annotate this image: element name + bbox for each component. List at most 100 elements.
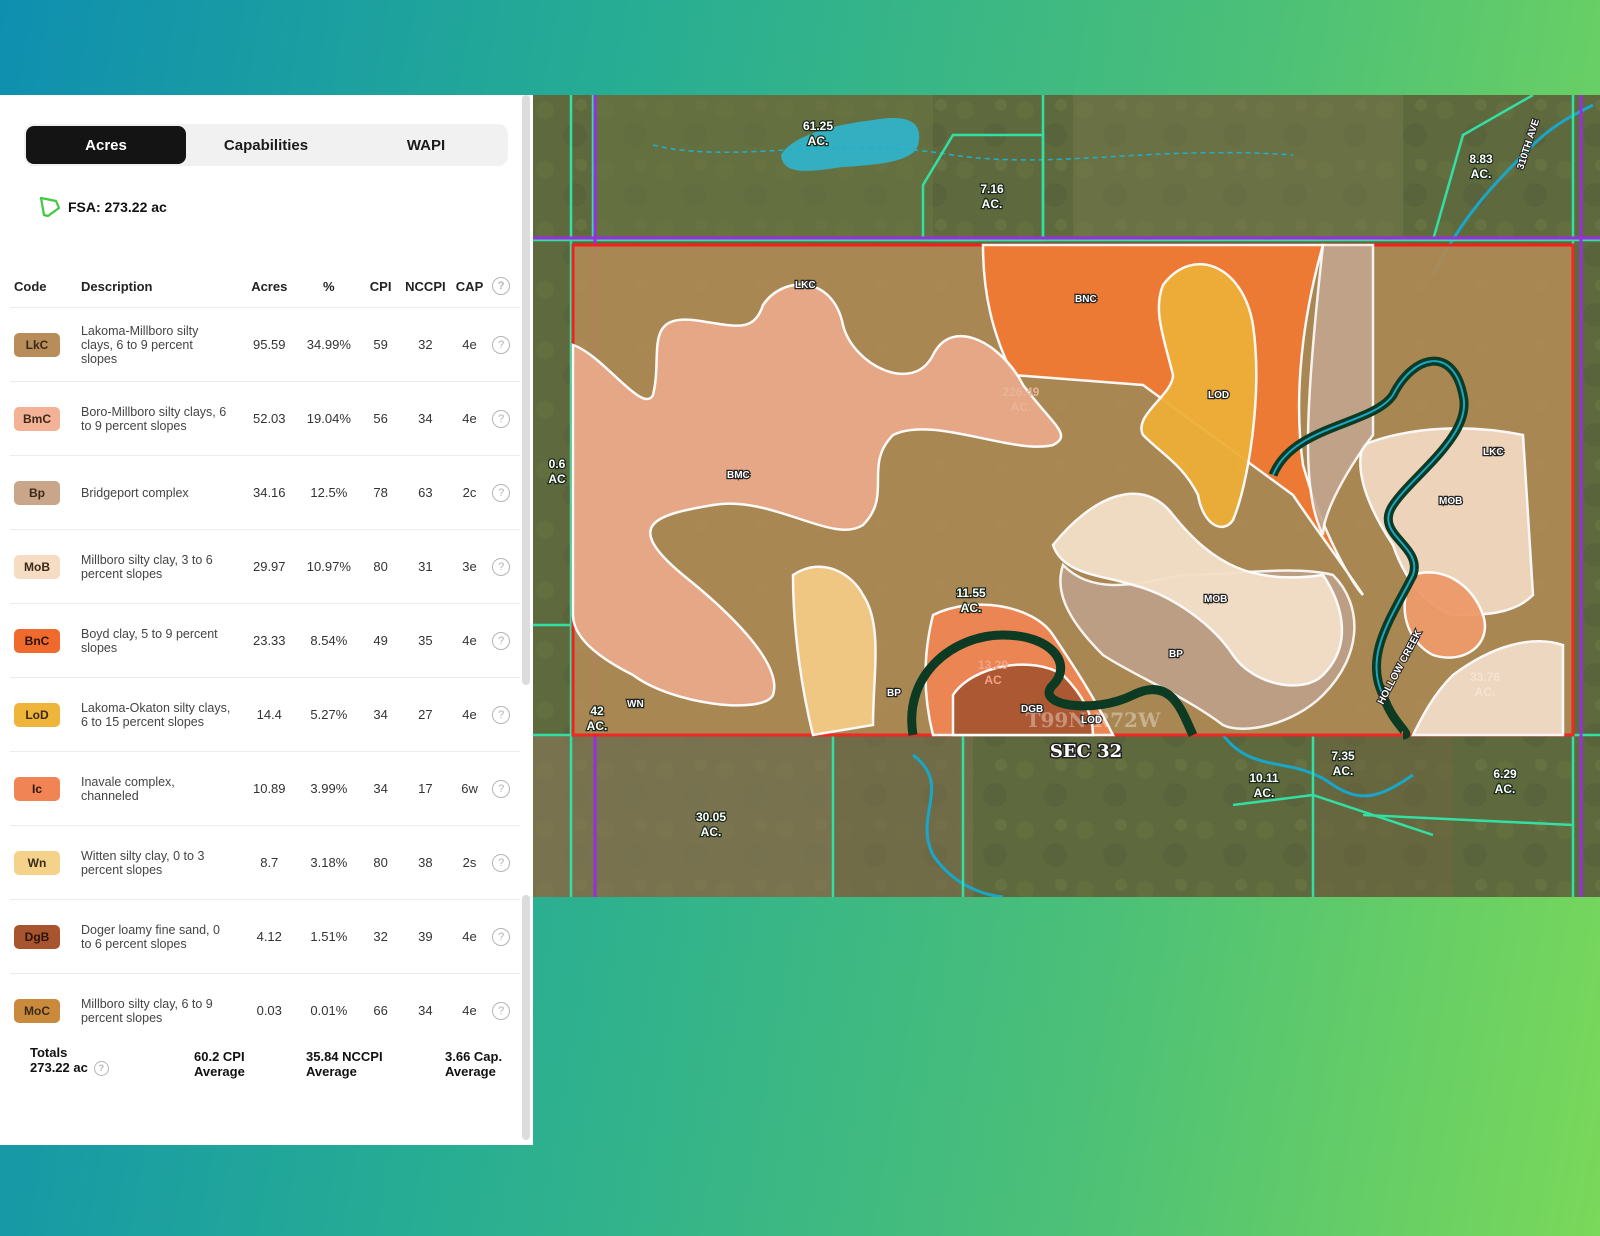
col-code: Code xyxy=(14,278,47,294)
table-row[interactable]: BnC Boyd clay, 5 to 9 percent slopes 23.33… xyxy=(10,603,520,678)
soil-percent: 3.18% xyxy=(296,825,362,900)
soil-nccpi: 32 xyxy=(399,307,451,382)
soil-percent: 3.99% xyxy=(296,751,362,826)
map-label-bmc[interactable]: BMC xyxy=(726,469,751,483)
map-label-mob-center[interactable]: MOB xyxy=(1203,593,1229,607)
soil-code-cell: LoD xyxy=(10,677,77,752)
soil-cap: 4e xyxy=(450,603,489,678)
cap-average: 3.66 Cap. Average xyxy=(445,1049,502,1079)
acre-label-unit: AC. xyxy=(587,719,608,733)
acre-label-unit: AC xyxy=(548,472,566,486)
map-label-lod[interactable]: LOD xyxy=(1207,389,1231,403)
col-acres: Acres xyxy=(251,278,288,294)
township-label: T99N R72W xyxy=(1026,708,1161,732)
scrollbar-thumb-lower[interactable] xyxy=(522,895,530,1140)
soil-code-badge: LkC xyxy=(14,332,60,357)
cpi-average-value: 60.2 CPI xyxy=(194,1049,245,1064)
help-icon[interactable]: ? xyxy=(492,631,511,650)
map-label-lkc-east[interactable]: LKC xyxy=(1482,446,1505,460)
soil-cap: 4e xyxy=(450,973,489,1047)
soil-code-cell: BmC xyxy=(10,381,77,456)
table-row[interactable]: DgB Doger loamy fine sand, 0 to 6 percent… xyxy=(10,899,520,974)
acre-label: 13.29 xyxy=(978,658,1008,672)
acre-label: 30.05 xyxy=(696,810,726,824)
table-row[interactable]: Wn Witten silty clay, 0 to 3 percent slop… xyxy=(10,825,520,900)
help-icon[interactable]: ? xyxy=(492,927,511,946)
map-label-bp[interactable]: BP xyxy=(1168,648,1185,662)
soil-description: Witten silty clay, 0 to 3 percent slopes xyxy=(80,848,205,877)
soil-cap: 2c xyxy=(450,455,489,530)
acre-label-unit: AC. xyxy=(1475,685,1496,699)
soil-description: Lakoma-Millboro silty clays, 6 to 9 perc… xyxy=(80,323,199,366)
cpi-average: 60.2 CPI Average xyxy=(194,1049,245,1079)
acre-label: 226.49 xyxy=(1003,385,1040,399)
soil-code-cell: MoC xyxy=(10,973,77,1047)
map-label-bp-west[interactable]: BP xyxy=(886,687,903,701)
tab-acres[interactable]: Acres xyxy=(26,126,186,164)
soil-cap: 4e xyxy=(450,381,489,456)
soil-code-badge: LoD xyxy=(14,702,60,727)
soil-code-badge: BnC xyxy=(14,628,60,653)
soil-description-cell: Bridgeport complex xyxy=(76,455,243,530)
table-row[interactable]: LkC Lakoma-Millboro silty clays, 6 to 9 p… xyxy=(10,307,520,382)
table-row[interactable]: MoB Millboro silty clay, 3 to 6 percent s… xyxy=(10,529,520,604)
table-row[interactable]: BmC Boro-Millboro silty clays, 6 to 9 per… xyxy=(10,381,520,456)
map-label-wn[interactable]: WN xyxy=(626,698,645,712)
tab-capabilities[interactable]: Capabilities xyxy=(186,126,346,164)
help-icon[interactable]: ? xyxy=(93,1061,109,1077)
soil-percent: 5.27% xyxy=(296,677,362,752)
soil-map[interactable]: LKC BNC LOD BMC LKC MOB MOB BP BP DGB LO… xyxy=(533,93,1600,899)
soil-description-cell: Boro-Millboro silty clays, 6 to 9 percen… xyxy=(76,381,243,456)
help-icon[interactable]: ? xyxy=(492,705,511,724)
help-icon[interactable]: ? xyxy=(492,335,511,354)
help-icon[interactable]: ? xyxy=(492,277,511,295)
fsa-summary: FSA: 273.22 ac xyxy=(38,195,167,219)
table-row[interactable]: Ic Inavale complex, channeled 10.89 3.99% 34… xyxy=(10,751,520,826)
acre-label-unit: AC. xyxy=(1333,764,1354,778)
soil-nccpi: 38 xyxy=(399,825,451,900)
soil-acres: 23.33 xyxy=(242,603,297,678)
panel-scrollbar[interactable] xyxy=(522,95,530,1140)
scrollbar-thumb[interactable] xyxy=(522,95,530,685)
soil-panel: Acres Capabilities WAPI FSA: 273.22 ac C… xyxy=(0,95,533,1145)
acre-label: 33.76 xyxy=(1470,670,1500,684)
soil-code-cell: Bp xyxy=(10,455,77,530)
soil-code-cell: Ic xyxy=(10,751,77,826)
soil-acres: 95.59 xyxy=(242,307,297,382)
map-canvas[interactable]: LKC BNC LOD BMC LKC MOB MOB BP BP DGB LO… xyxy=(533,93,1600,899)
map-label-mob[interactable]: MOB xyxy=(1438,495,1464,509)
soil-cpi: 56 xyxy=(361,381,400,456)
soil-cap: 6w xyxy=(450,751,489,826)
soil-description: Boro-Millboro silty clays, 6 to 9 percen… xyxy=(80,404,227,433)
soil-description-cell: Inavale complex, channeled xyxy=(76,751,243,826)
tab-wapi[interactable]: WAPI xyxy=(346,126,506,164)
help-icon[interactable]: ? xyxy=(492,779,511,798)
acre-label: 42 xyxy=(590,704,604,718)
help-icon[interactable]: ? xyxy=(492,1001,511,1020)
soil-description-cell: Millboro silty clay, 3 to 6 percent slop… xyxy=(76,529,243,604)
table-row[interactable]: LoD Lakoma-Okaton silty clays, 6 to 15 pe… xyxy=(10,677,520,752)
acre-label: 7.35 xyxy=(1331,749,1355,763)
soil-cap: 4e xyxy=(450,677,489,752)
totals-label: Totals xyxy=(30,1045,68,1060)
table-row[interactable]: Bp Bridgeport complex 34.16 12.5% 78 63 2c? xyxy=(10,455,520,530)
help-icon[interactable]: ? xyxy=(492,557,511,576)
nccpi-average: 35.84 NCCPI Average xyxy=(306,1049,383,1079)
soil-code-badge: DgB xyxy=(14,924,60,949)
help-icon[interactable]: ? xyxy=(492,853,511,872)
col-description: Description xyxy=(80,278,153,294)
soil-nccpi: 31 xyxy=(399,529,451,604)
soil-percent: 10.97% xyxy=(296,529,362,604)
acre-label-unit: AC. xyxy=(701,825,722,839)
acre-label-unit: AC. xyxy=(1011,400,1032,414)
soil-description: Millboro silty clay, 3 to 6 percent slop… xyxy=(80,552,213,581)
cap-average-label: Average xyxy=(445,1064,496,1079)
table-row[interactable]: MoC Millboro silty clay, 6 to 9 percent s… xyxy=(10,973,520,1047)
map-label-bnc[interactable]: BNC xyxy=(1074,293,1098,307)
help-icon[interactable]: ? xyxy=(492,483,511,502)
soil-nccpi: 34 xyxy=(399,381,451,456)
map-label-lkc[interactable]: LKC xyxy=(794,279,817,293)
soil-nccpi: 17 xyxy=(399,751,451,826)
help-icon[interactable]: ? xyxy=(492,409,511,428)
acre-label: 0.6 xyxy=(549,457,566,471)
